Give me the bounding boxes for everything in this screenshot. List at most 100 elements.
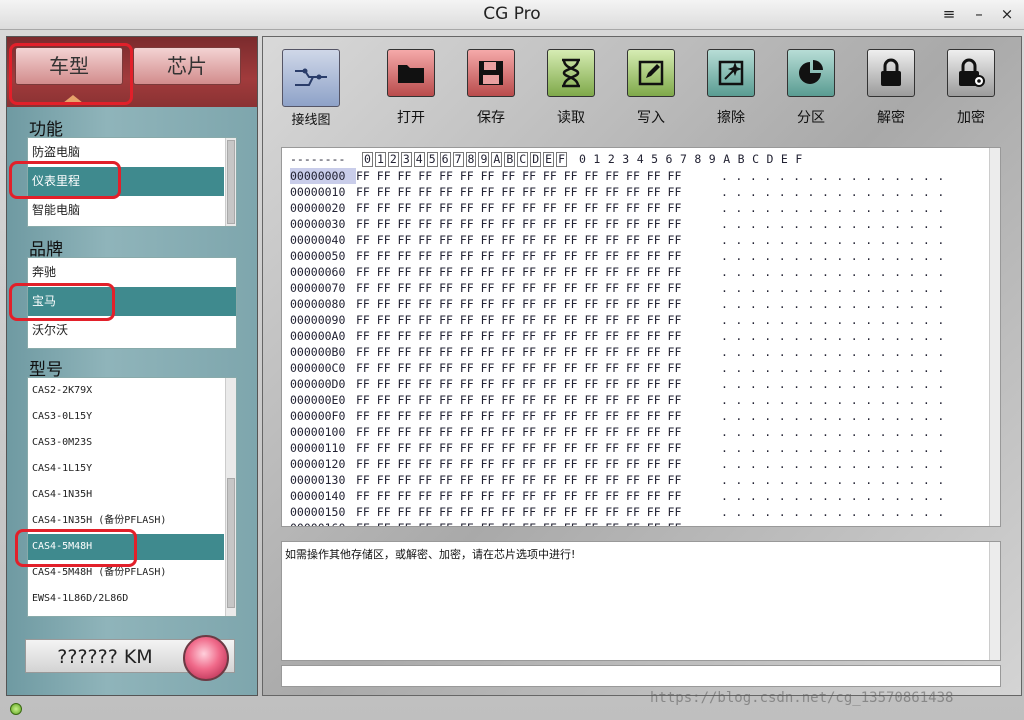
hex-bytes[interactable]: FF FF FF FF FF FF FF FF FF FF FF FF FF F… xyxy=(356,312,721,328)
list-item[interactable]: 智能电脑 xyxy=(28,196,224,225)
hex-row[interactable]: 00000040 FF FF FF FF FF FF FF FF FF FF FF… xyxy=(290,232,952,248)
list-item[interactable]: CAS4-5M48H (备份PFLASH) xyxy=(28,560,224,586)
hex-row[interactable]: 000000B0 FF FF FF FF FF FF FF FF FF FF FF… xyxy=(290,344,952,360)
hex-row[interactable]: 000000D0 FF FF FF FF FF FF FF FF FF FF FF… xyxy=(290,376,952,392)
hex-column-label: E xyxy=(543,152,555,167)
hex-row[interactable]: 00000020 FF FF FF FF FF FF FF FF FF FF FF… xyxy=(290,200,952,216)
hex-ascii: ................ xyxy=(721,377,952,391)
hex-bytes[interactable]: FF FF FF FF FF FF FF FF FF FF FF FF FF F… xyxy=(356,248,721,264)
hex-bytes[interactable]: FF FF FF FF FF FF FF FF FF FF FF FF FF F… xyxy=(356,168,721,184)
list-item[interactable]: 防盗电脑 xyxy=(28,138,224,167)
hex-bytes[interactable]: FF FF FF FF FF FF FF FF FF FF FF FF FF F… xyxy=(356,280,721,296)
hex-row[interactable]: 00000140 FF FF FF FF FF FF FF FF FF FF FF… xyxy=(290,488,952,504)
hex-bytes[interactable]: FF FF FF FF FF FF FF FF FF FF FF FF FF F… xyxy=(356,328,721,344)
hex-bytes[interactable]: FF FF FF FF FF FF FF FF FF FF FF FF FF F… xyxy=(356,264,721,280)
function-list[interactable]: 防盗电脑 仪表里程 智能电脑 xyxy=(27,137,237,227)
list-item-selected[interactable]: 仪表里程 xyxy=(28,167,224,196)
list-item-selected[interactable]: 宝马 xyxy=(28,287,236,316)
list-item[interactable]: 奔驰 xyxy=(28,258,224,287)
read-button[interactable]: 读取 xyxy=(541,49,601,127)
hex-row[interactable]: 00000150 FF FF FF FF FF FF FF FF FF FF FF… xyxy=(290,504,952,520)
hex-bytes[interactable]: FF FF FF FF FF FF FF FF FF FF FF FF FF F… xyxy=(356,360,721,376)
wiring-diagram-button[interactable]: 接线图 xyxy=(281,49,341,128)
pencil-write-icon xyxy=(627,49,675,97)
hex-bytes[interactable]: FF FF FF FF FF FF FF FF FF FF FF FF FF F… xyxy=(356,200,721,216)
hex-bytes[interactable]: FF FF FF FF FF FF FF FF FF FF FF FF FF F… xyxy=(356,520,721,526)
hex-bytes[interactable]: FF FF FF FF FF FF FF FF FF FF FF FF FF F… xyxy=(356,504,721,520)
brand-list[interactable]: 奔驰 宝马 沃尔沃 xyxy=(27,257,237,349)
hex-scrollbar[interactable] xyxy=(989,148,1000,526)
hex-bytes[interactable]: FF FF FF FF FF FF FF FF FF FF FF FF FF F… xyxy=(356,424,721,440)
hex-address: 00000010 xyxy=(290,185,346,199)
hex-bytes[interactable]: FF FF FF FF FF FF FF FF FF FF FF FF FF F… xyxy=(356,232,721,248)
hex-row[interactable]: 00000000 FF FF FF FF FF FF FF FF FF FF FF… xyxy=(290,168,952,184)
hex-bytes[interactable]: FF FF FF FF FF FF FF FF FF FF FF FF FF F… xyxy=(356,392,721,408)
list-item[interactable]: CAS4-1N35H xyxy=(28,482,224,508)
hex-bytes[interactable]: FF FF FF FF FF FF FF FF FF FF FF FF FF F… xyxy=(356,408,721,424)
hex-column-label: 9 xyxy=(478,152,490,167)
hex-bytes[interactable]: FF FF FF FF FF FF FF FF FF FF FF FF FF F… xyxy=(356,184,721,200)
write-button[interactable]: 写入 xyxy=(621,49,681,127)
hex-bytes[interactable]: FF FF FF FF FF FF FF FF FF FF FF FF FF F… xyxy=(356,456,721,472)
function-scrollbar[interactable] xyxy=(225,138,236,226)
hex-column-label: 6 xyxy=(439,152,451,167)
list-item[interactable]: CAS4-1L15Y xyxy=(28,456,224,482)
decrypt-button[interactable]: 解密 xyxy=(861,49,921,127)
list-item[interactable]: 沃尔沃 xyxy=(28,316,224,345)
hex-row[interactable]: 000000A0 FF FF FF FF FF FF FF FF FF FF FF… xyxy=(290,328,952,344)
hex-column-label: F xyxy=(556,152,567,167)
hex-row[interactable]: 00000090 FF FF FF FF FF FF FF FF FF FF FF… xyxy=(290,312,952,328)
hex-row[interactable]: 00000010 FF FF FF FF FF FF FF FF FF FF FF… xyxy=(290,184,952,200)
hex-bytes[interactable]: FF FF FF FF FF FF FF FF FF FF FF FF FF F… xyxy=(356,344,721,360)
save-button[interactable]: 保存 xyxy=(461,49,521,127)
list-item[interactable]: CAS2-2K79X xyxy=(28,378,224,404)
message-scrollbar[interactable] xyxy=(989,542,1000,660)
hex-bytes[interactable]: FF FF FF FF FF FF FF FF FF FF FF FF FF F… xyxy=(356,296,721,312)
open-button[interactable]: 打开 xyxy=(381,49,441,127)
model-list[interactable]: CAS2-2K79X CAS3-0L15Y CAS3-0M23S CAS4-1L… xyxy=(27,377,237,617)
list-item[interactable]: EWS4-1L86D/2L86D xyxy=(28,586,224,612)
list-item[interactable]: CAS3-0M23S xyxy=(28,430,224,456)
erase-button[interactable]: 擦除 xyxy=(701,49,761,127)
hex-row[interactable]: 00000160FF FF FF FF FF FF FF FF FF FF FF… xyxy=(290,520,952,526)
hex-row[interactable]: 00000120 FF FF FF FF FF FF FF FF FF FF FF… xyxy=(290,456,952,472)
menu-icon[interactable]: ≡ xyxy=(940,5,958,23)
hex-editor[interactable]: -------- 0 1 2 3 4 5 6 7 8 9 A B C D E F 0123456789ABCDEF… xyxy=(281,147,1001,527)
hex-address: 00000120 xyxy=(290,457,346,471)
hex-row[interactable]: 00000130 FF FF FF FF FF FF FF FF FF FF FF… xyxy=(290,472,952,488)
hex-row[interactable]: 000000E0 FF FF FF FF FF FF FF FF FF FF FF… xyxy=(290,392,952,408)
hex-row[interactable]: 00000100 FF FF FF FF FF FF FF FF FF FF FF… xyxy=(290,424,952,440)
hex-bytes[interactable]: FF FF FF FF FF FF FF FF FF FF FF FF FF F… xyxy=(356,216,721,232)
hex-row[interactable]: 000000F0 FF FF FF FF FF FF FF FF FF FF FF… xyxy=(290,408,952,424)
km-knob-button[interactable] xyxy=(183,635,229,681)
tab-car-model[interactable]: 车型 xyxy=(15,47,123,85)
hex-bytes[interactable]: FF FF FF FF FF FF FF FF FF FF FF FF FF F… xyxy=(356,440,721,456)
hex-row[interactable]: 00000050 FF FF FF FF FF FF FF FF FF FF FF… xyxy=(290,248,952,264)
tab-chip[interactable]: 芯片 xyxy=(133,47,241,85)
minimize-icon[interactable]: – xyxy=(970,5,988,23)
list-item-selected[interactable]: CAS4-5M48H xyxy=(28,534,224,560)
encrypt-button[interactable]: 加密 xyxy=(941,49,1001,127)
list-item[interactable]: CAS4-1N35H (备份PFLASH) xyxy=(28,508,224,534)
open-label: 打开 xyxy=(397,110,425,126)
hex-row[interactable]: 000000C0 FF FF FF FF FF FF FF FF FF FF FF… xyxy=(290,360,952,376)
hex-row[interactable]: 00000080 FF FF FF FF FF FF FF FF FF FF FF… xyxy=(290,296,952,312)
hex-address: 00000060 xyxy=(290,265,346,279)
hex-row[interactable]: 00000110 FF FF FF FF FF FF FF FF FF FF FF… xyxy=(290,440,952,456)
list-item[interactable]: CAS3-0L15Y xyxy=(28,404,224,430)
floppy-save-icon xyxy=(467,49,515,97)
hex-bytes[interactable]: FF FF FF FF FF FF FF FF FF FF FF FF FF F… xyxy=(356,376,721,392)
hex-ascii: ................ xyxy=(721,185,952,199)
hex-address: 00000160 xyxy=(290,520,356,526)
hex-bytes[interactable]: FF FF FF FF FF FF FF FF FF FF FF FF FF F… xyxy=(356,472,721,488)
hex-ascii: ................ xyxy=(721,249,952,263)
close-icon[interactable]: × xyxy=(998,5,1016,23)
hex-row[interactable]: 00000060 FF FF FF FF FF FF FF FF FF FF FF… xyxy=(290,264,952,280)
hex-column-label: 3 xyxy=(400,152,412,167)
hex-row[interactable]: 00000030 FF FF FF FF FF FF FF FF FF FF FF… xyxy=(290,216,952,232)
hex-row[interactable]: 00000070 FF FF FF FF FF FF FF FF FF FF FF… xyxy=(290,280,952,296)
hex-bytes[interactable]: FF FF FF FF FF FF FF FF FF FF FF FF FF F… xyxy=(356,488,721,504)
model-scrollbar[interactable] xyxy=(225,378,236,616)
hex-address: 00000020 xyxy=(290,201,346,215)
partition-button[interactable]: 分区 xyxy=(781,49,841,127)
